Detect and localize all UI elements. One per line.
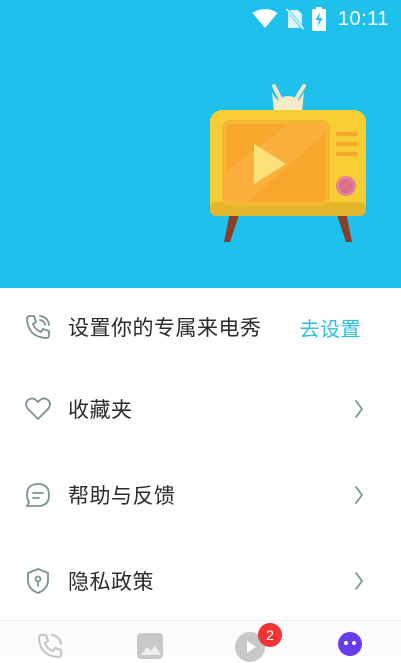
tab-profile[interactable]	[300, 621, 400, 656]
favorites-label: 收藏夹	[68, 398, 133, 422]
shield-lock-icon	[24, 567, 52, 595]
settings-menu: 设置你的专属来电秀 去设置 收藏夹 帮助与反馈 隐私政策	[0, 288, 401, 624]
ringtone-setting-row[interactable]: 设置你的专属来电秀 去设置	[0, 288, 401, 366]
phone-ring-icon	[24, 313, 52, 341]
bottom-tab-bar	[0, 620, 401, 662]
help-feedback-row[interactable]: 帮助与反馈	[0, 452, 401, 538]
tab-phone[interactable]	[0, 621, 100, 659]
tab-video[interactable]	[200, 621, 300, 662]
privacy-policy-row[interactable]: 隐私政策	[0, 538, 401, 624]
notification-badge: 2	[258, 623, 282, 647]
tv-illustration	[210, 84, 366, 242]
profile-tab-icon	[338, 632, 362, 656]
ringtone-setting-label: 设置你的专属来电秀	[68, 316, 262, 340]
phone-tab-icon	[37, 633, 63, 659]
go-setup-link[interactable]: 去设置	[300, 313, 362, 342]
image-tab-icon	[137, 633, 163, 659]
chevron-right-icon	[355, 572, 363, 590]
wifi-icon	[252, 9, 278, 28]
status-bar: 10:11	[252, 6, 389, 32]
privacy-policy-label: 隐私政策	[68, 570, 154, 594]
tab-image[interactable]	[100, 621, 200, 659]
header-banner: 10:11	[0, 0, 401, 288]
heart-icon	[24, 395, 52, 423]
feedback-chat-icon	[24, 481, 52, 509]
status-time: 10:11	[337, 7, 389, 30]
battery-charging-icon	[311, 7, 326, 31]
chevron-right-icon	[355, 400, 363, 418]
favorites-row[interactable]: 收藏夹	[0, 366, 401, 452]
help-feedback-label: 帮助与反馈	[68, 484, 176, 508]
chevron-right-icon	[355, 486, 363, 504]
no-sim-icon	[285, 8, 304, 30]
